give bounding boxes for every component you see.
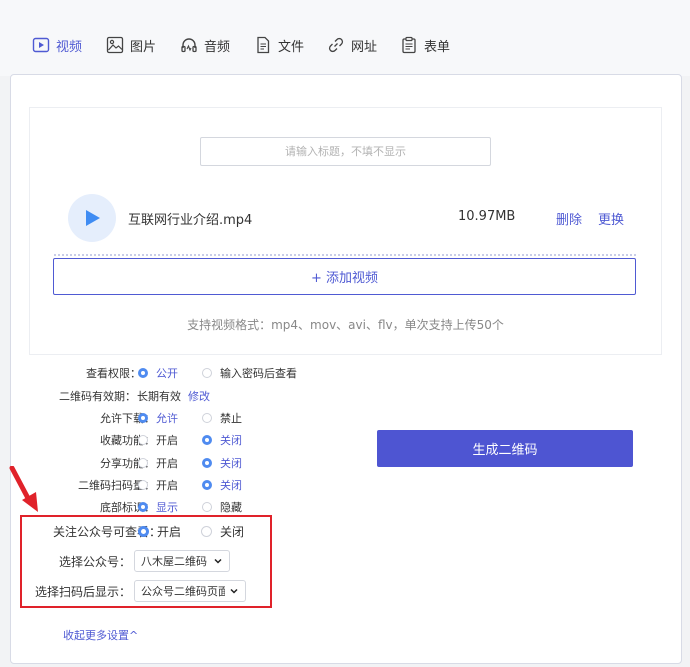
divider	[54, 254, 636, 256]
setting-share: 分享功能： 开启 关闭	[11, 455, 341, 471]
tab-video[interactable]: 视频	[32, 34, 82, 56]
add-video-button[interactable]: + 添加视频	[53, 258, 636, 295]
share-off-radio[interactable]: 关闭	[202, 455, 242, 471]
headphones-icon	[180, 36, 198, 54]
validity-edit-link[interactable]: 修改	[188, 388, 210, 404]
setting-favorite: 收藏功能： 开启 关闭	[11, 432, 341, 448]
generate-qrcode-button[interactable]: 生成二维码	[377, 430, 633, 467]
choose-account-label: 选择公众号：	[58, 554, 131, 569]
setting-follow-required: 关注公众号可查看： 开启 关闭	[11, 522, 341, 540]
footer-show-radio[interactable]: 显示	[138, 499, 178, 515]
share-on-radio[interactable]: 开启	[138, 455, 178, 471]
view-public-radio[interactable]: 公开	[138, 365, 178, 381]
file-icon	[254, 36, 272, 54]
tab-form-label: 表单	[424, 39, 451, 55]
setting-download: 允许下载： 允许 禁止	[11, 410, 341, 426]
tab-audio-label: 音频	[204, 39, 231, 55]
scan-count-off-radio[interactable]: 关闭	[202, 477, 242, 493]
download-allow-radio[interactable]: 允许	[138, 410, 178, 426]
favorite-off-radio[interactable]: 关闭	[202, 432, 242, 448]
tab-file-label: 文件	[278, 39, 305, 55]
chevron-down-icon	[213, 556, 223, 569]
follow-on-radio[interactable]: 开启	[138, 523, 181, 540]
account-select-value: 八木屋二维码	[141, 555, 207, 568]
clipboard-icon	[400, 36, 418, 54]
tab-file[interactable]: 文件	[254, 34, 304, 56]
format-hint: 支持视频格式：mp4、mov、avi、flv，单次支持上传50个	[187, 318, 504, 332]
footer-hide-radio[interactable]: 隐藏	[202, 499, 242, 515]
setting-after-scan: 选择扫码后显示： 公众号二维码页面	[11, 580, 341, 602]
upload-panel: 互联网行业介绍.mp4 10.97MB 删除 更换 + 添加视频 支持视频格式：…	[29, 107, 662, 355]
view-password-radio[interactable]: 输入密码后查看	[202, 365, 297, 381]
link-icon	[327, 36, 345, 54]
after-scan-select-value: 公众号二维码页面	[141, 585, 225, 598]
image-icon	[106, 36, 124, 54]
validity-value: 长期有效	[137, 390, 181, 403]
tab-form[interactable]: 表单	[400, 34, 450, 56]
video-play-icon[interactable]	[68, 194, 116, 242]
view-permission-label: 查看权限：	[86, 367, 141, 380]
type-tabs: 视频 图片 音频 文件 网址 表单	[0, 0, 690, 76]
tab-image-label: 图片	[130, 39, 157, 55]
account-select[interactable]: 八木屋二维码	[134, 550, 230, 572]
tab-video-label: 视频	[56, 39, 83, 55]
chevron-down-icon	[229, 586, 239, 599]
delete-video-link[interactable]: 删除	[556, 209, 582, 228]
after-scan-label: 选择扫码后显示：	[34, 584, 131, 599]
change-video-link[interactable]: 更换	[598, 209, 624, 228]
tab-url[interactable]: 网址	[327, 34, 377, 56]
favorite-on-radio[interactable]: 开启	[138, 432, 178, 448]
title-input[interactable]	[200, 137, 491, 166]
follow-off-radio[interactable]: 关闭	[201, 523, 244, 540]
play-square-icon	[32, 36, 50, 54]
setting-scan-count: 二维码扫码量： 开启 关闭	[11, 477, 341, 493]
tab-audio[interactable]: 音频	[180, 34, 230, 56]
video-file-name: 互联网行业介绍.mp4	[128, 213, 253, 228]
video-item: 互联网行业介绍.mp4 10.97MB 删除 更换	[30, 194, 661, 244]
collapse-settings-link[interactable]: 收起更多设置^	[63, 627, 138, 643]
setting-footer-mark: 底部标识： 显示 隐藏	[11, 499, 341, 515]
tab-url-label: 网址	[351, 39, 378, 55]
download-deny-radio[interactable]: 禁止	[202, 410, 242, 426]
red-arrow-icon	[9, 466, 38, 512]
editor-card: 互联网行业介绍.mp4 10.97MB 删除 更换 + 添加视频 支持视频格式：…	[10, 74, 682, 664]
after-scan-select[interactable]: 公众号二维码页面	[134, 580, 246, 602]
validity-label: 二维码有效期：	[59, 390, 136, 403]
scan-count-on-radio[interactable]: 开启	[138, 477, 178, 493]
setting-validity: 二维码有效期： 长期有效 修改	[11, 388, 341, 404]
setting-view-permission: 查看权限： 公开 输入密码后查看	[11, 365, 341, 381]
video-file-size: 10.97MB	[458, 209, 516, 224]
setting-choose-account: 选择公众号： 八木屋二维码	[11, 550, 341, 572]
tab-image[interactable]: 图片	[106, 34, 156, 56]
